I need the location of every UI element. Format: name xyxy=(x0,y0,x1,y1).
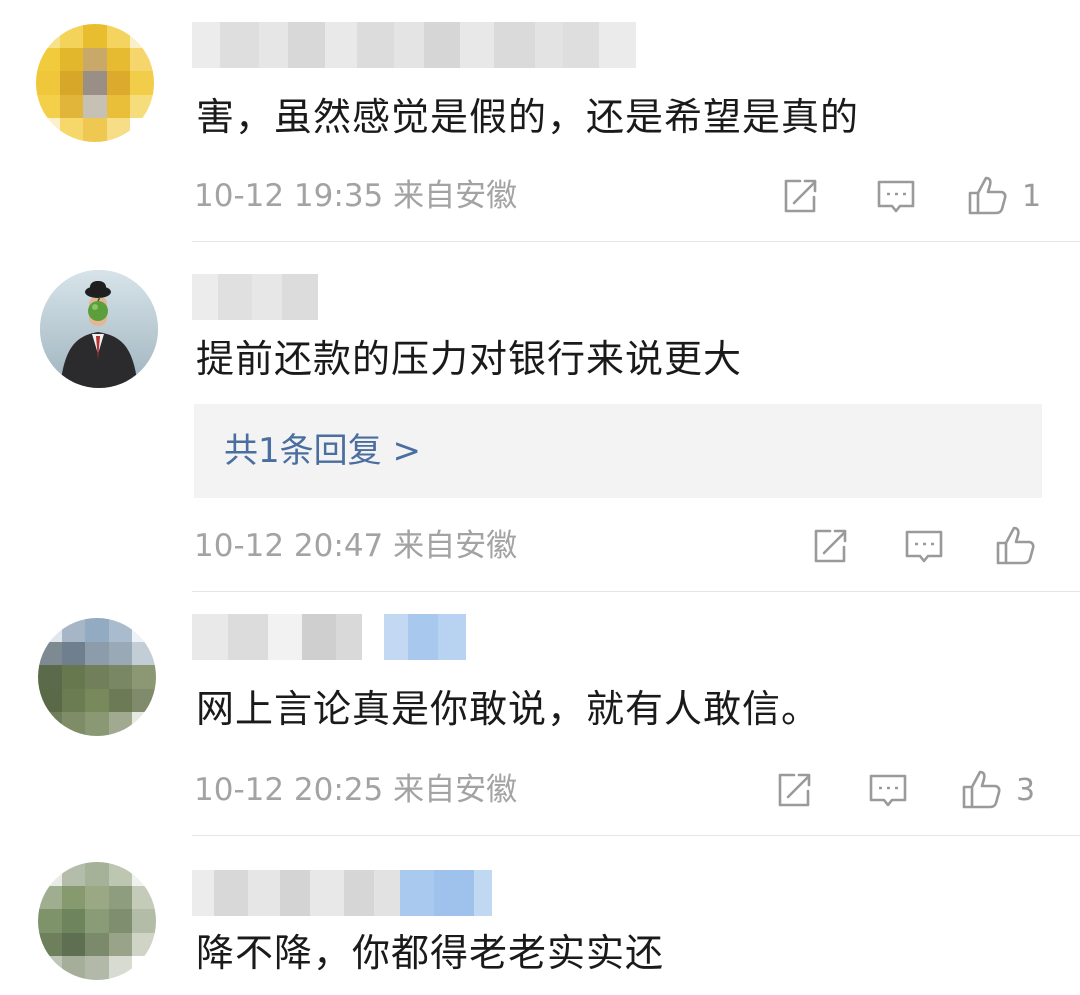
username-blurred[interactable] xyxy=(192,870,530,916)
comment-item: 降不降，你都得老老实实还 xyxy=(0,0,1080,995)
avatar[interactable] xyxy=(38,862,156,980)
comment-text: 降不降，你都得老老实实还 xyxy=(196,931,665,975)
